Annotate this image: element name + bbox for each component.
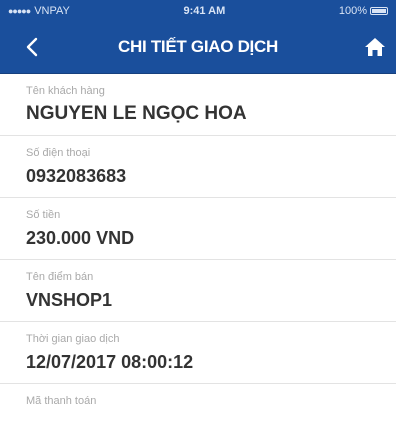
merchant-name-value: VNSHOP1 [26,290,113,310]
field-label: Số tiền [26,209,61,221]
customer-name-value: NGUYEN LE NGỌC HOA [26,103,247,124]
transaction-detail-screen: ●●●●● VNPAY 9:41 AM 100% CHI TIẾT GIAO D… [0,0,396,439]
home-icon [365,38,385,56]
field-label: Thời gian giao dịch [26,333,120,345]
status-bar: ●●●●● VNPAY 9:41 AM 100% [0,0,396,21]
transaction-time-value: 12/07/2017 08:00:12 [26,352,194,372]
phone-number-value: 0932083683 [26,166,127,186]
header-bar: CHI TIẾT GIAO DỊCH [0,21,396,74]
signal-strength-icon: ●●●●● [8,5,31,16]
transaction-fields: Tên khách hàng NGUYEN LE NGỌC HOA Số điệ… [0,74,396,439]
page-title: CHI TIẾT GIAO DỊCH [118,37,278,56]
chevron-left-icon [26,37,38,57]
field-amount: Số tiền 230.000 VND [0,198,396,260]
battery-fill [372,8,386,13]
field-phone-number: Số điện thoại 0932083683 [0,136,396,198]
field-payment-code: Mã thanh toán [0,384,396,439]
field-label: Tên điểm bán [26,271,94,283]
field-merchant-name: Tên điểm bán VNSHOP1 [0,260,396,322]
status-time: 9:41 AM [183,4,226,17]
battery-percent: 100% [338,4,367,17]
back-button[interactable] [20,33,44,61]
status-battery-group: 100% [339,5,388,17]
field-label: Tên khách hàng [26,85,105,97]
field-label: Số điện thoại [26,147,91,159]
field-customer-name: Tên khách hàng NGUYEN LE NGỌC HOA [0,74,396,136]
battery-icon [370,6,388,15]
carrier-name: VNPAY [34,4,70,17]
amount-value: 230.000 VND [26,228,135,248]
field-label: Mã thanh toán [26,395,97,407]
home-button[interactable] [362,34,388,60]
status-carrier-group: ●●●●● VNPAY [8,5,70,17]
field-transaction-time: Thời gian giao dịch 12/07/2017 08:00:12 [0,322,396,384]
